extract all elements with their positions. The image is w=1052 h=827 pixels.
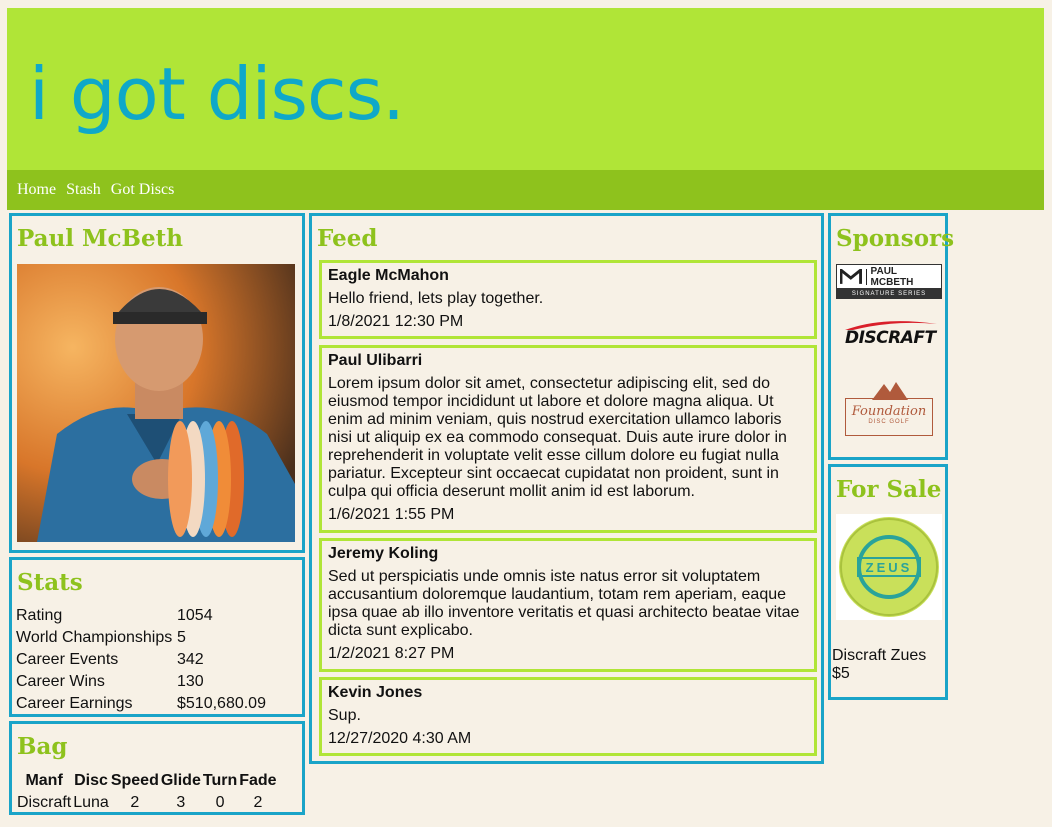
post-body: Sup.: [328, 707, 361, 724]
feed-post: Eagle McMahon Hello friend, lets play to…: [319, 260, 817, 339]
post-author[interactable]: Kevin Jones: [328, 684, 808, 702]
site-logo[interactable]: i got discs.: [29, 52, 405, 136]
disc-stamp-text: ZEUS: [866, 560, 913, 575]
bag-header: Disc: [74, 772, 108, 789]
post-body: Sed ut perspiciatis unde omnis iste natu…: [328, 568, 800, 639]
nav-got-discs[interactable]: Got Discs: [111, 181, 175, 199]
bag-cell: 0: [215, 794, 225, 811]
bag-cell: 3: [176, 794, 186, 811]
stat-value: 1054: [177, 607, 213, 624]
feed-title: Feed: [317, 225, 378, 252]
disc-icon: ZEUS: [839, 517, 939, 617]
sale-disc-image[interactable]: ZEUS: [836, 514, 942, 620]
player-portrait-icon: [17, 264, 295, 542]
site-header: i got discs.: [7, 8, 1044, 170]
mcbeth-logo-subtext: SIGNATURE SERIES: [836, 289, 942, 299]
mcbeth-m-icon: [840, 268, 862, 284]
post-timestamp: 1/2/2021 8:27 PM: [328, 645, 455, 662]
feed-post: Jeremy Koling Sed ut perspiciatis unde o…: [319, 538, 817, 672]
stats-row: Career Wins 130: [16, 671, 266, 693]
bag-table: Manf Disc Speed Glide Turn Fade Discraft…: [16, 770, 278, 814]
sponsors-title: Sponsors: [836, 225, 955, 252]
stats-title: Stats: [17, 569, 83, 596]
sale-item-info: Discraft Zues $5: [832, 647, 926, 683]
bag-header: Speed: [110, 772, 159, 789]
post-body: Lorem ipsum dolor sit amet, consectetur …: [328, 375, 787, 500]
stats-table: Rating 1054 World Championships 5 Career…: [16, 605, 266, 715]
profile-name: Paul McBeth: [17, 225, 183, 252]
nav-stash[interactable]: Stash: [66, 181, 101, 199]
bag-panel: Bag Manf Disc Speed Glide Turn Fade Disc…: [9, 721, 305, 815]
stats-panel: Stats Rating 1054 World Championships 5 …: [9, 557, 305, 717]
sponsor-logo-mcbeth[interactable]: PAUL MCBETH SIGNATURE SERIES: [836, 264, 942, 300]
feed-post: Paul Ulibarri Lorem ipsum dolor sit amet…: [319, 345, 817, 533]
bag-header: Fade: [239, 772, 277, 789]
stats-row: World Championships 5: [16, 627, 266, 649]
feed-post: Kevin Jones Sup. 12/27/2020 4:30 AM: [319, 677, 817, 756]
main-nav: Home Stash Got Discs: [7, 170, 1044, 210]
stats-row: Rating 1054: [16, 605, 266, 627]
post-timestamp: 1/8/2021 12:30 PM: [328, 313, 464, 330]
post-timestamp: 1/6/2021 1:55 PM: [328, 506, 455, 523]
for-sale-panel: For Sale ZEUS Discraft Zues $5: [828, 464, 948, 700]
bag-header: Manf: [25, 772, 63, 789]
stat-value: 342: [177, 651, 204, 668]
bag-row: Discraft Luna 2 3 0 2: [16, 792, 278, 814]
foundation-mountain-icon: [872, 382, 908, 400]
bag-title: Bag: [17, 733, 68, 760]
foundation-logo-subtext: DISC GOLF: [868, 419, 910, 425]
sponsor-logo-discraft[interactable]: DISCRAFT: [841, 318, 941, 352]
stat-label: World Championships: [16, 629, 173, 646]
bag-cell: Discraft: [17, 794, 72, 811]
foundation-logo-text: Foundation: [851, 404, 927, 419]
post-body: Hello friend, lets play together.: [328, 290, 544, 307]
profile-panel: Paul McBeth: [9, 213, 305, 553]
stat-label: Career Events: [16, 651, 119, 668]
stat-value: 130: [177, 673, 204, 690]
sponsor-logo-foundation[interactable]: Foundation DISC GOLF: [845, 380, 935, 438]
post-author[interactable]: Eagle McMahon: [328, 267, 808, 285]
bag-header: Turn: [202, 772, 238, 789]
sale-item-name[interactable]: Discraft Zues: [832, 647, 926, 665]
for-sale-title: For Sale: [836, 476, 942, 503]
bag-cell: 2: [253, 794, 263, 811]
feed-panel: Feed Eagle McMahon Hello friend, lets pl…: [309, 213, 824, 764]
post-author[interactable]: Jeremy Koling: [328, 545, 808, 563]
bag-header: Glide: [160, 772, 201, 789]
bag-cell: Luna: [73, 794, 109, 811]
stat-label: Career Wins: [16, 673, 105, 690]
post-timestamp: 12/27/2020 4:30 AM: [328, 730, 472, 747]
sponsors-panel: Sponsors PAUL MCBETH SIGNATURE SERIES DI…: [828, 213, 954, 460]
profile-photo: [17, 264, 295, 542]
sale-item-price: $5: [832, 665, 850, 682]
mcbeth-logo-text: PAUL MCBETH: [870, 265, 914, 288]
stats-row: Career Earnings $510,680.09: [16, 693, 266, 715]
stat-value: $510,680.09: [177, 695, 266, 712]
stat-label: Rating: [16, 607, 63, 624]
discraft-logo-text: DISCRAFT: [845, 328, 936, 348]
nav-home[interactable]: Home: [17, 181, 56, 199]
post-author[interactable]: Paul Ulibarri: [328, 352, 808, 370]
bag-cell: 2: [130, 794, 140, 811]
stat-label: Career Earnings: [16, 695, 133, 712]
stat-value: 5: [177, 629, 186, 646]
bag-header-row: Manf Disc Speed Glide Turn Fade: [16, 770, 278, 792]
stats-row: Career Events 342: [16, 649, 266, 671]
